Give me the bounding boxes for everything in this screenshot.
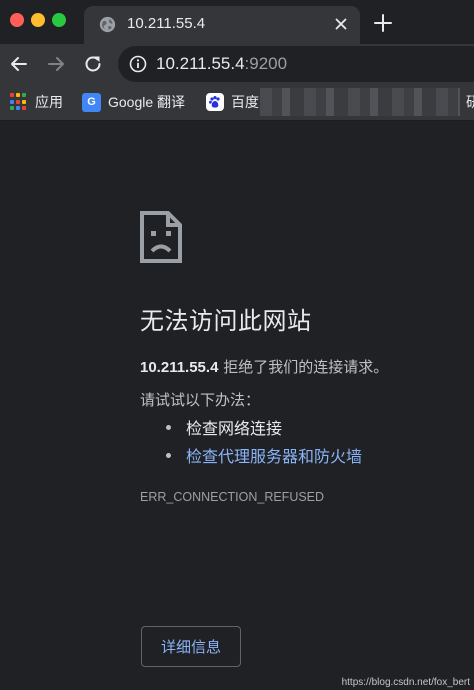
bookmark-baidu[interactable]: 百度: [206, 90, 259, 114]
google-translate-icon: G: [82, 92, 101, 112]
address-bar[interactable]: 10.211.55.4:9200: [118, 46, 474, 82]
suggestion-check-network: 检查网络连接: [166, 415, 282, 439]
bookmark-truncated[interactable]: 研: [466, 90, 474, 114]
bullet: [166, 452, 171, 458]
browser-window: 10.211.55.4 10.211.55.4:9200 应用 G Google…: [0, 0, 474, 690]
info-icon[interactable]: [129, 55, 147, 73]
details-button[interactable]: 详细信息: [141, 626, 241, 667]
new-tab-plus-icon[interactable]: [372, 12, 394, 34]
window-minimize-button[interactable]: [31, 13, 45, 27]
bullet: [166, 424, 171, 430]
watermark: https://blog.csdn.net/fox_bert: [341, 677, 470, 688]
error-code: ERR_CONNECTION_REFUSED: [140, 490, 325, 504]
url-host: 10.211.55.4: [156, 54, 245, 73]
back-arrow-icon[interactable]: [7, 52, 31, 76]
error-title: 无法访问此网站: [140, 307, 312, 335]
blurred-bookmarks: [260, 88, 460, 116]
try-suggestions-label: 请试试以下办法：: [140, 391, 261, 409]
bookmark-google-translate-label: Google 翻译: [108, 94, 186, 110]
suggestion-check-proxy-firewall-text[interactable]: 检查代理服务器和防火墙: [186, 443, 362, 467]
bookmark-apps[interactable]: 应用: [10, 90, 63, 114]
url-text[interactable]: 10.211.55.4:9200: [156, 54, 287, 74]
error-page: 无法访问此网站 10.211.55.4 拒绝了我们的连接请求。 请试试以下办法：…: [0, 121, 474, 690]
suggestion-check-proxy-firewall-link[interactable]: 检查代理服务器和防火墙: [166, 443, 362, 467]
suggestion-check-network-text: 检查网络连接: [186, 419, 283, 438]
window-maximize-button[interactable]: [52, 13, 66, 27]
tab-strip: 10.211.55.4: [0, 0, 474, 44]
bookmarks-bar: 应用 G Google 翻译 百度 研: [0, 84, 474, 121]
window-close-button[interactable]: [10, 13, 24, 27]
apps-grid-icon: [10, 93, 28, 111]
error-description-text: 拒绝了我们的连接请求。: [218, 358, 389, 376]
reload-icon[interactable]: [81, 52, 105, 76]
globe-icon: [99, 16, 116, 33]
sad-document-icon: [140, 211, 182, 263]
tab-title: 10.211.55.4: [127, 15, 206, 32]
bookmark-baidu-label: 百度: [231, 94, 259, 110]
forward-arrow-icon[interactable]: [44, 52, 68, 76]
error-description: 10.211.55.4 拒绝了我们的连接请求。: [140, 356, 388, 377]
url-port: :9200: [244, 54, 288, 73]
tab-active[interactable]: 10.211.55.4: [84, 6, 360, 44]
close-icon[interactable]: [332, 15, 350, 33]
error-host: 10.211.55.4: [140, 359, 219, 376]
bookmark-apps-label: 应用: [35, 94, 63, 110]
toolbar: 10.211.55.4:9200: [0, 44, 474, 84]
bookmark-google-translate[interactable]: G Google 翻译: [82, 90, 185, 114]
bookmark-truncated-label: 研: [466, 94, 474, 110]
baidu-paw-icon: [206, 93, 224, 111]
